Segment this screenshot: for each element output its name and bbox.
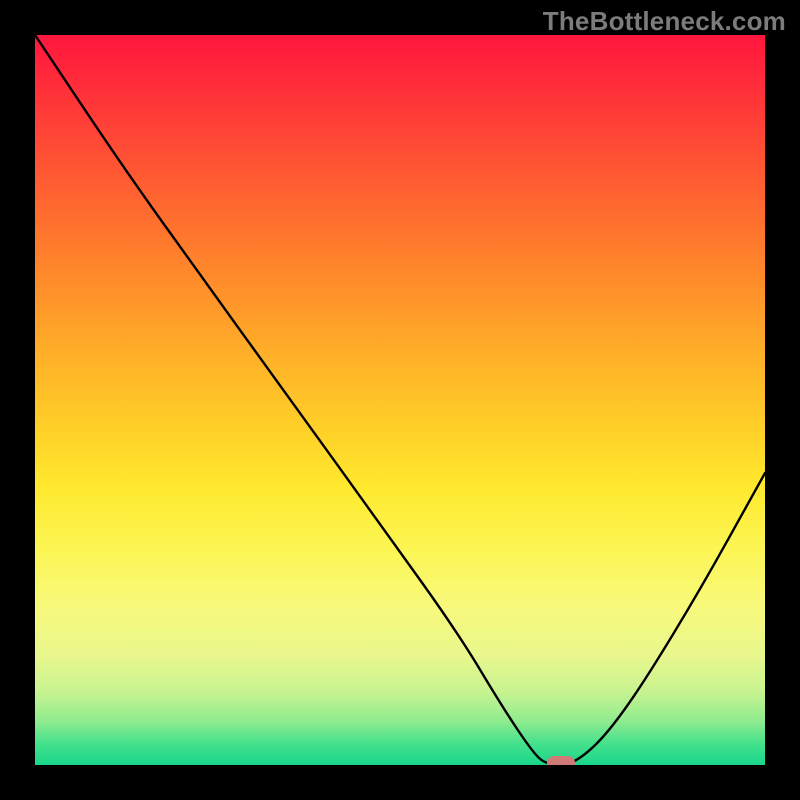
watermark-text: TheBottleneck.com	[543, 6, 786, 37]
bottleneck-curve	[35, 35, 765, 765]
optimal-marker	[547, 756, 575, 765]
chart-frame: TheBottleneck.com	[0, 0, 800, 800]
plot-area	[35, 35, 765, 765]
